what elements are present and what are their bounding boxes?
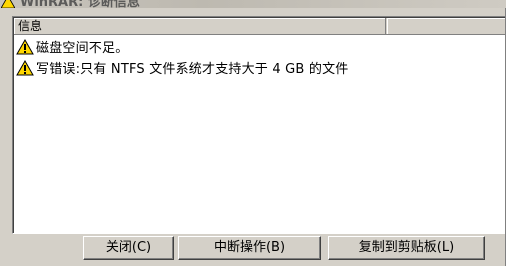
close-button[interactable]: 关闭(C) xyxy=(83,236,174,260)
column-header-filler xyxy=(387,18,505,34)
column-header-info[interactable]: 信息 xyxy=(14,18,386,34)
warning-icon xyxy=(16,38,34,54)
copy-to-clipboard-button[interactable]: 复制到剪贴板(L) xyxy=(328,236,485,260)
list-header: 信息 xyxy=(14,18,505,35)
warning-icon xyxy=(16,59,34,75)
message-list[interactable]: 信息 磁盘空间不足。 写错误:只有 NTFS 文件系统才支持大于 4 GB 的文… xyxy=(12,16,506,234)
message-text: 写错误:只有 NTFS 文件系统才支持大于 4 GB 的文件 xyxy=(36,62,349,77)
message-text: 磁盘空间不足。 xyxy=(36,41,129,56)
list-item[interactable]: 磁盘空间不足。 xyxy=(14,36,505,57)
window-title: WinRAR: 诊断信息 xyxy=(20,0,140,8)
warning-icon xyxy=(1,0,15,8)
list-item[interactable]: 写错误:只有 NTFS 文件系统才支持大于 4 GB 的文件 xyxy=(14,57,505,78)
message-rows: 磁盘空间不足。 写错误:只有 NTFS 文件系统才支持大于 4 GB 的文件 xyxy=(14,36,505,78)
abort-operation-button[interactable]: 中断操作(B) xyxy=(178,236,321,260)
title-bar[interactable]: WinRAR: 诊断信息 xyxy=(0,0,506,8)
